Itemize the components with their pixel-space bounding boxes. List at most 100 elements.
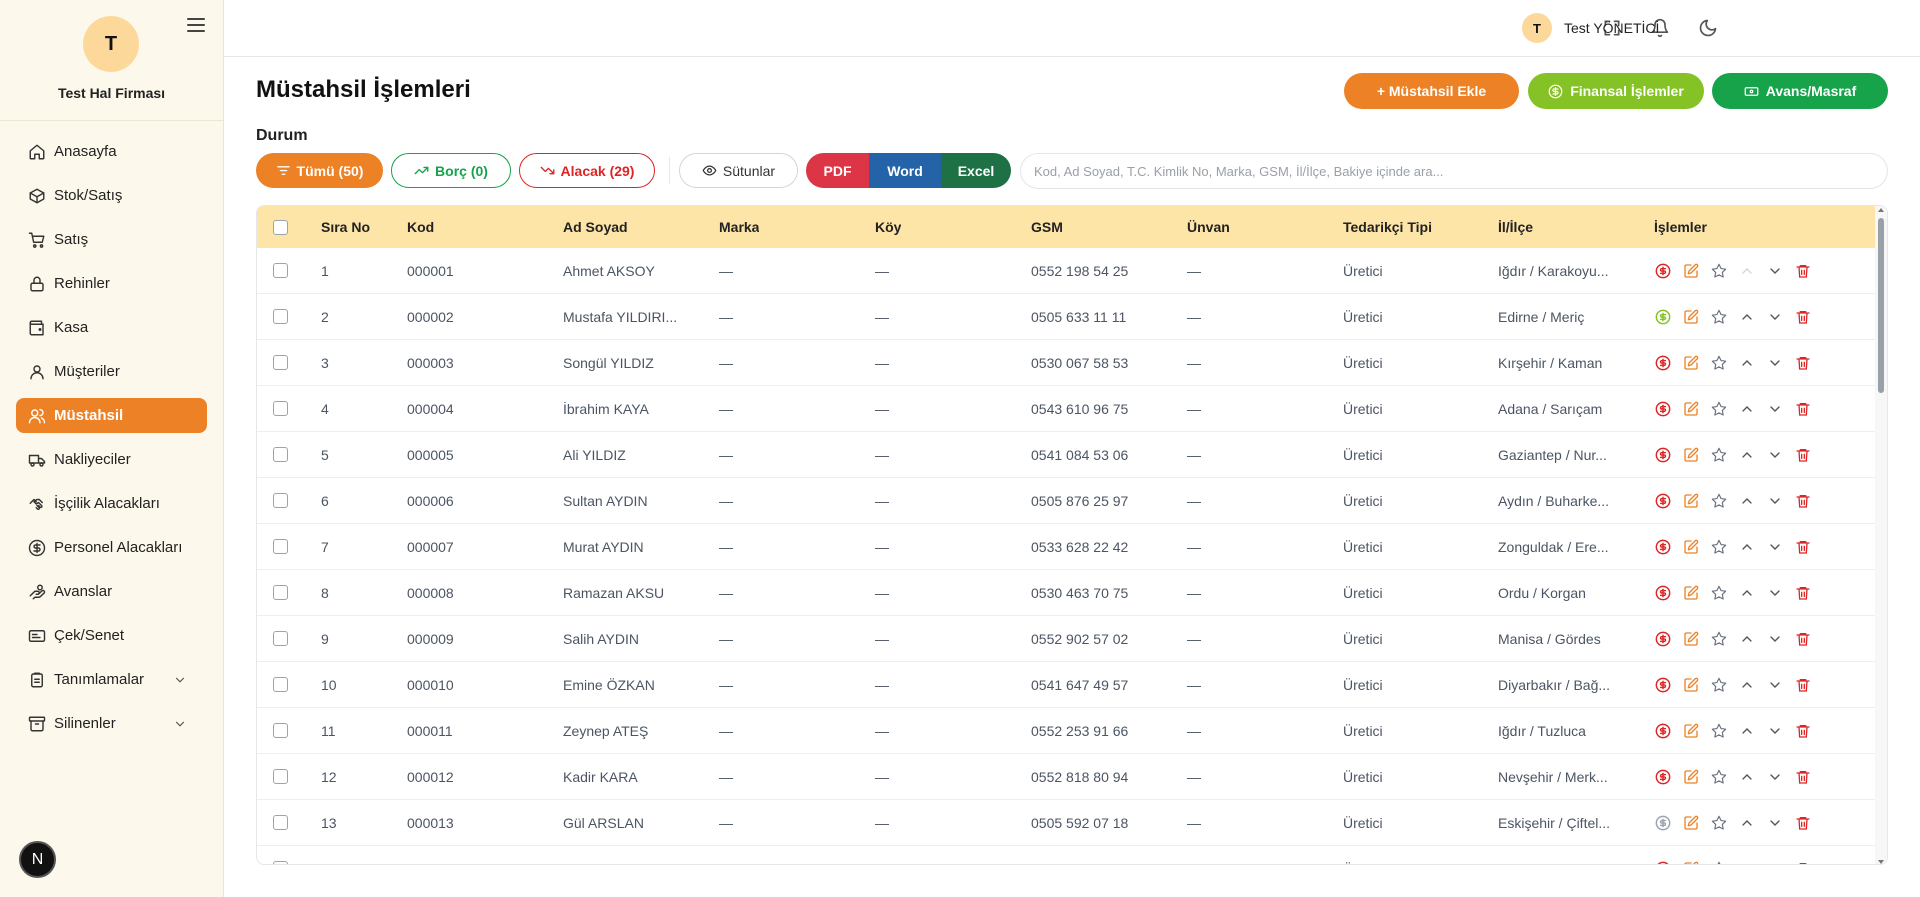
export-excel-button[interactable]: Excel [941,153,1011,188]
table-row[interactable]: 7 000007 Murat AYDIN — — 0533 628 22 42 — Üreti… [257,524,1877,570]
delete-trash-icon[interactable] [1794,722,1812,740]
row-checkbox[interactable] [273,861,288,864]
star-icon[interactable] [1710,538,1728,556]
table-row[interactable]: 3 000003 Songül YILDIZ — — 0530 067 58 53 — Üre… [257,340,1877,386]
star-icon[interactable] [1710,814,1728,832]
filter-debt-button[interactable]: Borç (0) [391,153,511,188]
sidebar-item-avanslar[interactable]: Avanslar [16,574,207,609]
move-down-icon[interactable] [1766,538,1784,556]
header-gsm[interactable]: GSM [1031,206,1063,248]
row-checkbox[interactable] [273,723,288,738]
star-icon[interactable] [1710,354,1728,372]
filter-credit-button[interactable]: Alacak (29) [519,153,655,188]
next-badge-icon[interactable]: N [19,841,56,878]
finance-action-icon[interactable] [1654,538,1672,556]
move-up-icon[interactable] [1738,860,1756,865]
sidebar-item-stok-sat-[interactable]: Stok/Satış [16,178,207,213]
finance-action-icon[interactable] [1654,584,1672,602]
star-icon[interactable] [1710,308,1728,326]
row-checkbox[interactable] [273,493,288,508]
move-up-icon[interactable] [1738,630,1756,648]
chevron-down-icon[interactable] [173,717,187,731]
sidebar-item-rehinler[interactable]: Rehinler [16,266,207,301]
sidebar-item-personel-alacaklar-[interactable]: Personel Alacakları [16,530,207,565]
move-up-icon[interactable] [1738,492,1756,510]
table-row[interactable]: 4 000004 İbrahim KAYA — — 0543 610 96 75 — Üret… [257,386,1877,432]
edit-icon[interactable] [1682,676,1700,694]
table-row[interactable]: 1 000001 Ahmet AKSOY — — 0552 198 54 25 — Üreti… [257,248,1877,294]
sidebar-item-m-stahsil[interactable]: Müstahsil [16,398,207,433]
table-row[interactable]: 10 000010 Emine ÖZKAN — — 0541 647 49 57 — Üret… [257,662,1877,708]
move-down-icon[interactable] [1766,814,1784,832]
move-down-icon[interactable] [1766,768,1784,786]
sidebar-item-tan-mlamalar[interactable]: Tanımlamalar [16,662,207,697]
edit-icon[interactable] [1682,722,1700,740]
table-row[interactable]: 13 000013 Gül ARSLAN — — 0505 592 07 18 — Üreti… [257,800,1877,846]
scrollbar-thumb[interactable] [1878,218,1884,393]
row-checkbox[interactable] [273,677,288,692]
star-icon[interactable] [1710,630,1728,648]
finance-action-icon[interactable] [1654,446,1672,464]
table-row[interactable]: 9 000009 Salih AYDIN — — 0552 902 57 02 — Üreti… [257,616,1877,662]
delete-trash-icon[interactable] [1794,584,1812,602]
search-input[interactable] [1020,153,1888,189]
row-checkbox[interactable] [273,585,288,600]
delete-trash-icon[interactable] [1794,354,1812,372]
sidebar-item-silinenler[interactable]: Silinenler [16,706,207,741]
move-down-icon[interactable] [1766,630,1784,648]
finance-action-icon[interactable] [1654,676,1672,694]
advance-expense-button[interactable]: Avans/Masraf [1712,73,1888,109]
star-icon[interactable] [1710,262,1728,280]
delete-trash-icon[interactable] [1794,492,1812,510]
move-up-icon[interactable] [1738,262,1756,280]
row-checkbox[interactable] [273,815,288,830]
move-down-icon[interactable] [1766,676,1784,694]
export-pdf-button[interactable]: PDF [806,153,869,188]
edit-icon[interactable] [1682,446,1700,464]
row-checkbox[interactable] [273,539,288,554]
header-koy[interactable]: Köy [875,206,901,248]
move-up-icon[interactable] [1738,584,1756,602]
scroll-down-arrow-icon[interactable] [1878,860,1884,864]
table-row[interactable]: 12 000012 Kadir KARA — — 0552 818 80 94 — Üreti… [257,754,1877,800]
move-down-icon[interactable] [1766,400,1784,418]
move-up-icon[interactable] [1738,400,1756,418]
dark-mode-moon-icon[interactable] [1698,18,1718,38]
star-icon[interactable] [1710,768,1728,786]
filter-all-button[interactable]: Tümü (50) [256,153,383,188]
table-row[interactable]: 8 000008 Ramazan AKSU — — 0530 463 70 75 — Üret… [257,570,1877,616]
sidebar-item-kasa[interactable]: Kasa [16,310,207,345]
move-down-icon[interactable] [1766,354,1784,372]
delete-trash-icon[interactable] [1794,308,1812,326]
chevron-down-icon[interactable] [173,673,187,687]
row-checkbox[interactable] [273,769,288,784]
finance-action-icon[interactable] [1654,308,1672,326]
finance-action-icon[interactable] [1654,400,1672,418]
star-icon[interactable] [1710,860,1728,864]
finance-action-icon[interactable] [1654,860,1672,864]
sidebar-item-anasayfa[interactable]: Anasayfa [16,134,207,169]
move-up-icon[interactable] [1738,538,1756,556]
delete-trash-icon[interactable] [1794,814,1812,832]
star-icon[interactable] [1710,492,1728,510]
move-up-icon[interactable] [1738,722,1756,740]
sidebar-item-nakliyeciler[interactable]: Nakliyeciler [16,442,207,477]
star-icon[interactable] [1710,584,1728,602]
move-down-icon[interactable] [1766,492,1784,510]
scroll-up-arrow-icon[interactable] [1878,208,1884,212]
header-tedarikci-tipi[interactable]: Tedarikçi Tipi [1343,206,1432,248]
delete-trash-icon[interactable] [1794,676,1812,694]
table-row[interactable]: Ü [257,846,1877,865]
star-icon[interactable] [1710,446,1728,464]
move-up-icon[interactable] [1738,676,1756,694]
menu-toggle-icon[interactable] [186,16,206,34]
table-row[interactable]: 2 000002 Mustafa YILDIRI... — — 0505 633 11 1… [257,294,1877,340]
delete-trash-icon[interactable] [1794,262,1812,280]
sidebar-item-sat-[interactable]: Satış [16,222,207,257]
edit-icon[interactable] [1682,354,1700,372]
finance-action-icon[interactable] [1654,492,1672,510]
delete-trash-icon[interactable] [1794,538,1812,556]
row-checkbox[interactable] [273,631,288,646]
delete-trash-icon[interactable] [1794,446,1812,464]
finance-action-icon[interactable] [1654,262,1672,280]
